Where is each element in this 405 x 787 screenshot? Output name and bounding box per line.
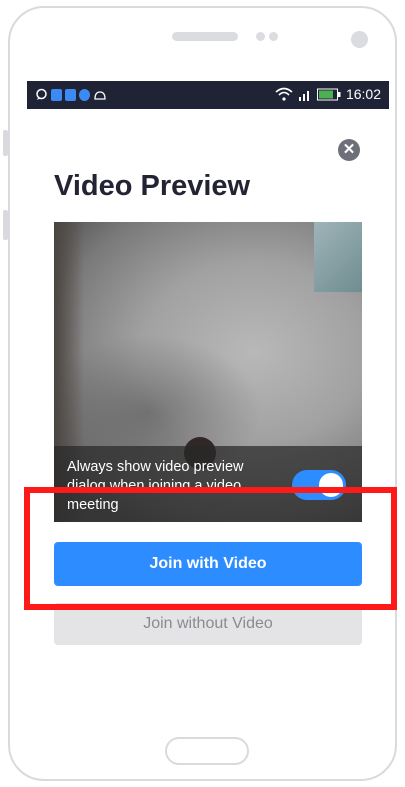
- chat-icon: [36, 88, 47, 100]
- status-bar: 16:02: [27, 81, 389, 109]
- phone-sensor: [269, 32, 278, 41]
- android-icon: [94, 90, 106, 100]
- app-icon: [51, 88, 62, 101]
- notification-icons: [35, 88, 107, 101]
- status-right: 16:02: [275, 86, 381, 102]
- preview-window-area: [314, 222, 362, 292]
- dialog-title: Video Preview: [54, 170, 251, 202]
- home-button[interactable]: [165, 737, 249, 765]
- signal-icon: [298, 90, 309, 101]
- phone-camera: [351, 31, 368, 48]
- phone-sensor: [256, 32, 265, 41]
- battery-icon: [316, 88, 341, 100]
- phone-side-button: [3, 130, 8, 156]
- bubble-icon: [79, 88, 90, 101]
- close-icon[interactable]: ✕: [338, 139, 360, 161]
- wifi-icon: [275, 87, 293, 101]
- phone-side-button: [3, 210, 8, 240]
- phone-speaker: [172, 32, 238, 41]
- status-time: 16:02: [345, 86, 381, 102]
- app-icon: [65, 88, 76, 101]
- highlight-box: [24, 487, 397, 610]
